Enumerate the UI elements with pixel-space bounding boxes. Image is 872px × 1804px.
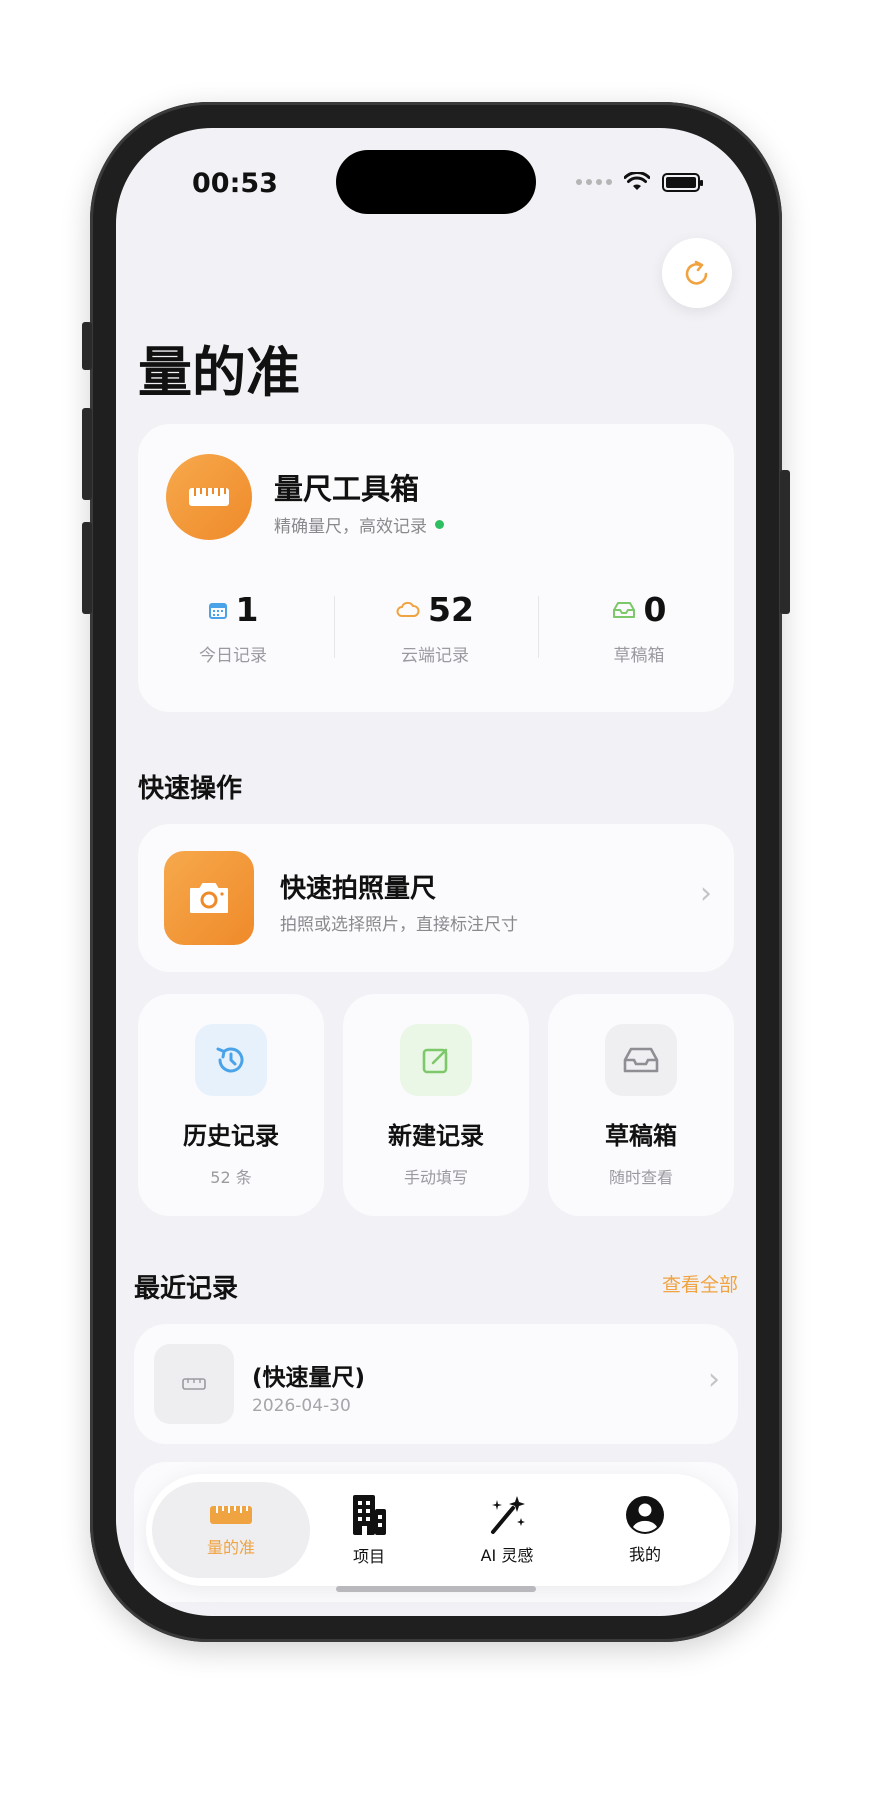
stat-label: 草稿箱 <box>613 646 665 666</box>
see-all-link[interactable]: 查看全部 <box>662 1270 738 1297</box>
tile-subtitle: 随时查看 <box>608 1168 673 1187</box>
tile-subtitle: 52 条 <box>210 1168 252 1187</box>
edit-icon <box>400 1024 472 1096</box>
quick-photo-card[interactable]: 快速拍照量尺 拍照或选择照片，直接标注尺寸 › <box>138 824 734 972</box>
recent-record-item[interactable]: (快速量尺) 2026-04-30 › <box>134 1324 738 1444</box>
divider <box>334 596 335 658</box>
record-date: 2026-04-30 <box>252 1396 351 1416</box>
calendar-icon <box>208 602 227 619</box>
volume-up-button <box>82 408 92 500</box>
summary-card: 量尺工具箱 精确量尺，高效记录 1 今日记录 52 云端记录 0 草稿箱 <box>138 424 734 712</box>
tile-history[interactable]: 历史记录 52 条 <box>138 994 324 1216</box>
tab-ai-inspiration[interactable]: AI 灵感 <box>434 1474 580 1586</box>
power-button <box>780 470 790 614</box>
record-title: (快速量尺) <box>252 1365 366 1391</box>
stat-drafts[interactable]: 0 草稿箱 <box>544 590 734 666</box>
tab-label: 我的 <box>628 1545 661 1564</box>
divider <box>538 596 539 658</box>
tab-bar: 量的准 项目 AI 灵感 我的 <box>146 1474 730 1586</box>
ruler-icon <box>210 1506 252 1524</box>
tab-projects[interactable]: 项目 <box>296 1474 442 1586</box>
stat-cloud[interactable]: 52 云端记录 <box>340 590 530 666</box>
tile-drafts[interactable]: 草稿箱 随时查看 <box>548 994 734 1216</box>
ruler-icon <box>182 1378 206 1390</box>
stat-label: 今日记录 <box>199 646 267 666</box>
summary-subtitle-text: 精确量尺，高效记录 <box>274 517 427 537</box>
stat-today[interactable]: 1 今日记录 <box>138 590 328 666</box>
cellular-icon <box>576 179 612 185</box>
refresh-button[interactable] <box>662 238 732 308</box>
volume-down-button <box>82 522 92 614</box>
battery-icon <box>662 172 703 192</box>
user-icon <box>626 1496 664 1534</box>
tile-title: 历史记录 <box>183 1122 279 1150</box>
quick-photo-title: 快速拍照量尺 <box>280 874 437 904</box>
tab-label: 量的准 <box>206 1538 255 1557</box>
history-icon <box>195 1024 267 1096</box>
home-indicator[interactable] <box>336 1586 536 1592</box>
camera-icon <box>164 851 254 945</box>
inbox-icon <box>605 1024 677 1096</box>
tile-new-record[interactable]: 新建记录 手动填写 <box>343 994 529 1216</box>
tab-label: 项目 <box>352 1547 385 1566</box>
tab-label: AI 灵感 <box>480 1546 534 1565</box>
tile-title: 新建记录 <box>388 1122 484 1150</box>
inbox-icon <box>612 601 635 618</box>
status-time: 00:53 <box>192 168 278 199</box>
quick-photo-subtitle: 拍照或选择照片，直接标注尺寸 <box>280 915 518 935</box>
screen: 00:53 量的准 量尺工具箱 精确量尺，高效记录 1 今日记录 52 云端记录… <box>116 128 756 1616</box>
refresh-icon <box>685 260 708 285</box>
stat-label: 云端记录 <box>401 646 469 666</box>
chevron-right-icon: › <box>708 1362 720 1397</box>
summary-title: 量尺工具箱 <box>274 472 420 506</box>
recent-section-title: 最近记录 <box>134 1274 239 1304</box>
status-indicators <box>576 172 703 192</box>
action-button <box>82 322 92 370</box>
tab-home[interactable]: 量的准 <box>158 1474 304 1586</box>
wifi-icon <box>624 172 650 190</box>
chevron-right-icon: › <box>700 876 712 911</box>
ruler-icon <box>166 454 252 540</box>
record-thumbnail <box>154 1344 234 1424</box>
summary-subtitle: 精确量尺，高效记录 <box>274 512 444 537</box>
tile-subtitle: 手动填写 <box>403 1168 468 1187</box>
dynamic-island <box>336 150 536 214</box>
cloud-icon <box>396 601 420 617</box>
stat-value: 0 <box>643 590 667 629</box>
stat-value: 1 <box>235 590 259 629</box>
building-icon <box>353 1495 386 1535</box>
tile-title: 草稿箱 <box>605 1122 677 1150</box>
quick-section-title: 快速操作 <box>138 774 243 804</box>
stat-value: 52 <box>428 590 474 629</box>
tab-profile[interactable]: 我的 <box>572 1474 718 1586</box>
online-status-dot <box>435 520 444 529</box>
page-title: 量的准 <box>138 341 300 404</box>
magic-wand-icon <box>491 1496 525 1534</box>
